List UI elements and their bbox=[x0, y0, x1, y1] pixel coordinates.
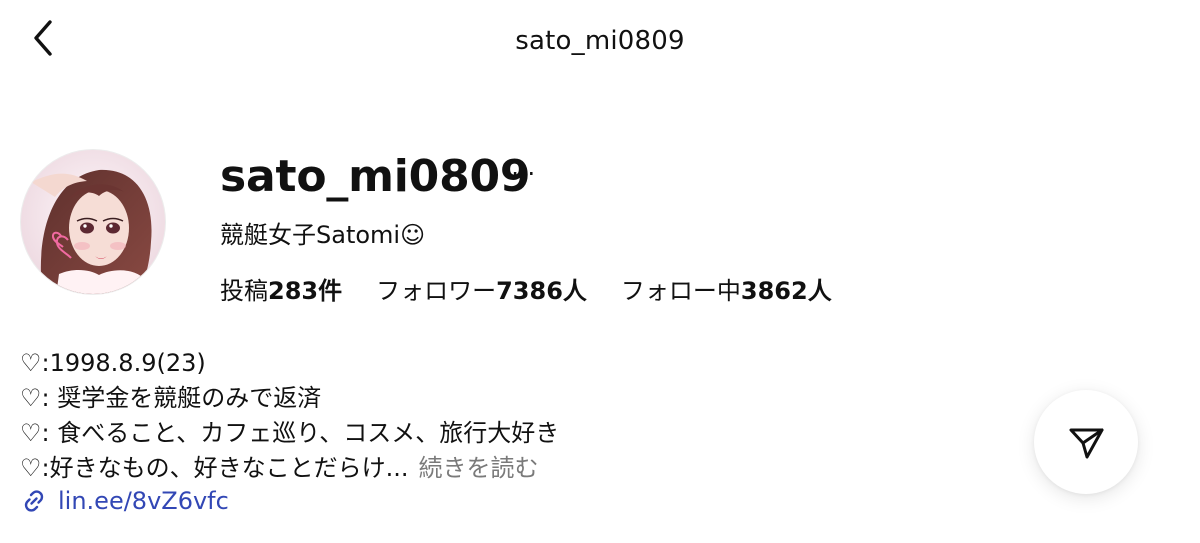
link-icon bbox=[20, 487, 48, 515]
profile-bio: ♡:1998.8.9(23) ♡: 奨学金を競艇のみで返済 ♡: 食べること、カ… bbox=[20, 346, 559, 486]
stat-followers-label: フォロワー bbox=[376, 277, 497, 305]
profile-page: sato_mi0809 sato_mi0809 ⋯ 競艇女子Satomi☺ 投稿… bbox=[0, 0, 1200, 543]
external-link-text: lin.ee/8vZ6vfc bbox=[58, 487, 229, 515]
bio-line-last: ♡:好きなもの、好きなことだらけ... 続きを読む bbox=[20, 451, 559, 486]
avatar-image bbox=[21, 150, 165, 294]
stat-posts-value: 283件 bbox=[268, 277, 343, 305]
external-link[interactable]: lin.ee/8vZ6vfc bbox=[20, 487, 229, 515]
share-button[interactable] bbox=[1034, 390, 1138, 494]
read-more-link[interactable]: 続きを読む bbox=[419, 454, 539, 482]
stat-following[interactable]: フォロー中 3862人 bbox=[621, 271, 832, 306]
bio-line: ♡:1998.8.9(23) bbox=[20, 349, 206, 377]
profile-username: sato_mi0809 bbox=[220, 151, 531, 202]
stat-posts-label: 投稿 bbox=[220, 277, 268, 305]
stat-followers-value: 7386人 bbox=[496, 277, 587, 305]
paper-plane-icon bbox=[1069, 428, 1104, 459]
bio-line: ♡: 奨学金を競艇のみで返済 bbox=[20, 384, 322, 412]
stat-posts[interactable]: 投稿 283件 bbox=[220, 271, 342, 306]
stat-following-value: 3862人 bbox=[740, 277, 832, 305]
bio-line-text: ♡:好きなもの、好きなことだらけ... bbox=[20, 454, 409, 482]
stat-followers[interactable]: フォロワー 7386人 bbox=[376, 271, 587, 306]
profile-display-name: 競艇女子Satomi☺ bbox=[220, 221, 426, 249]
profile-stats: 投稿 283件 フォロワー 7386人 フォロー中 3862人 bbox=[220, 271, 832, 306]
bio-line: ♡: 食べること、カフェ巡り、コスメ、旅行大好き bbox=[20, 419, 560, 447]
stat-following-label: フォロー中 bbox=[620, 277, 741, 305]
top-bar: sato_mi0809 bbox=[0, 0, 1200, 82]
page-title: sato_mi0809 bbox=[515, 26, 685, 56]
more-horizontal-icon: ⋯ bbox=[511, 159, 535, 187]
more-options-button[interactable]: ⋯ bbox=[508, 158, 538, 188]
profile-avatar[interactable] bbox=[20, 149, 166, 295]
